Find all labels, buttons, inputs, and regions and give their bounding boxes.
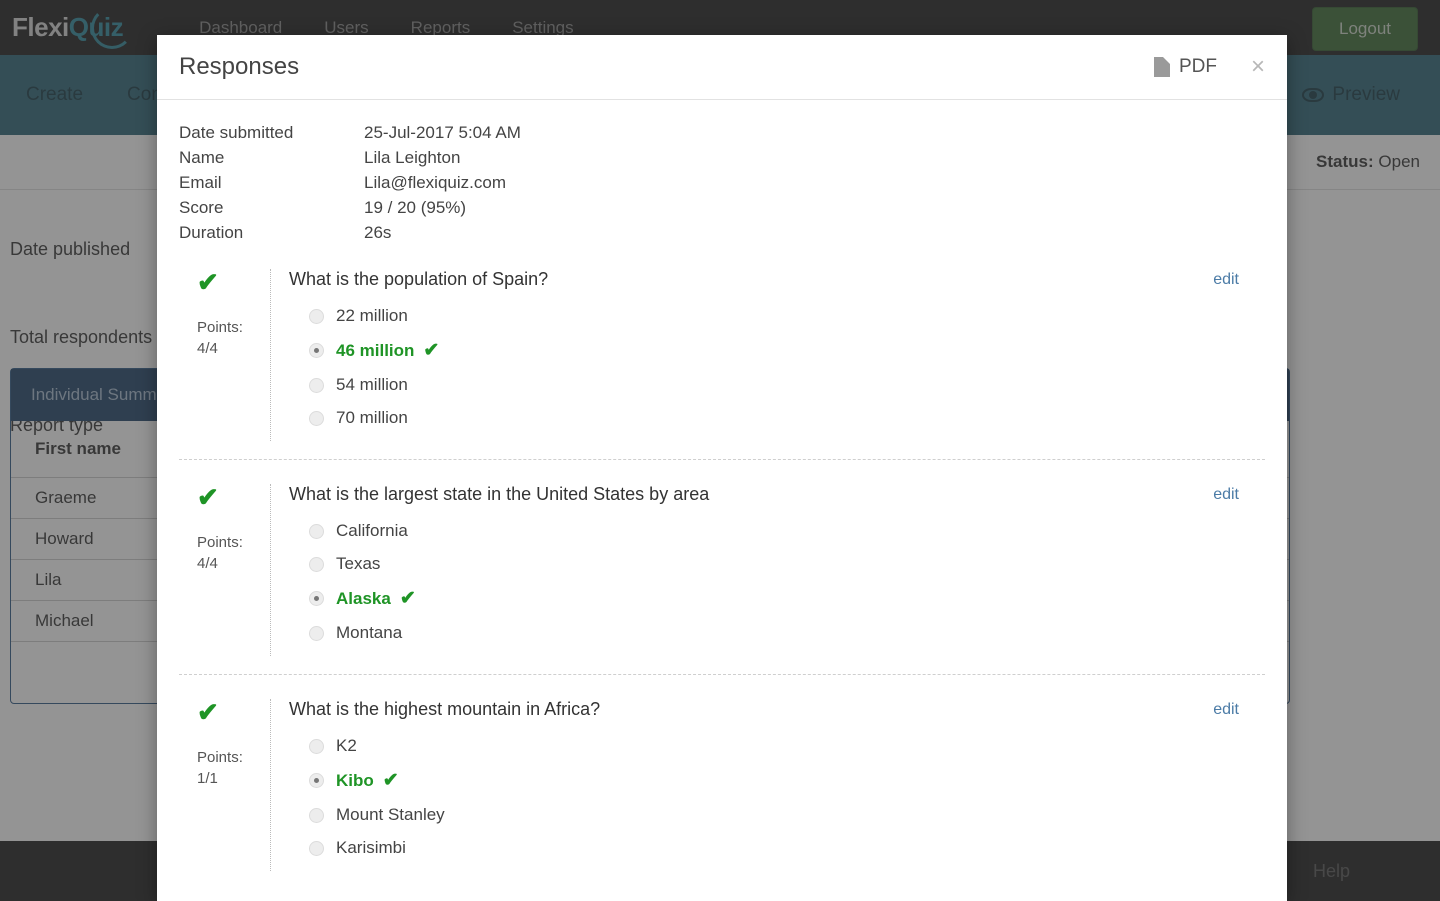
check-icon: ✔ — [383, 769, 399, 792]
pdf-document-icon — [1154, 57, 1170, 77]
radio-button[interactable] — [309, 557, 324, 572]
modal-body: Date submitted 25-Jul-2017 5:04 AM Name … — [157, 100, 1287, 889]
answer-option-label: 46 million — [336, 341, 414, 361]
detail-value: Lila@flexiquiz.com — [364, 170, 506, 195]
check-icon: ✔ — [400, 587, 416, 610]
submission-details: Date submitted 25-Jul-2017 5:04 AM Name … — [179, 120, 1265, 245]
detail-row-duration: Duration 26s — [179, 220, 1265, 245]
answer-option-label: Kibo — [336, 771, 374, 791]
answer-option-label: California — [336, 521, 408, 541]
radio-button[interactable] — [309, 626, 324, 641]
question-points-column: ✔ Points:1/1 — [179, 699, 271, 871]
question-block: ✔Points:1/1What is the highest mountain … — [179, 675, 1265, 889]
detail-value: 19 / 20 (95%) — [364, 195, 466, 220]
answer-option[interactable]: 22 million — [309, 306, 1265, 326]
edit-question-link[interactable]: edit — [1213, 271, 1239, 289]
radio-button[interactable] — [309, 411, 324, 426]
question-points-column: ✔ Points:4/4 — [179, 484, 271, 656]
detail-value: 25-Jul-2017 5:04 AM — [364, 120, 521, 145]
pdf-export-button[interactable]: PDF — [1154, 56, 1217, 78]
answer-option-label: Alaska — [336, 589, 391, 609]
radio-button[interactable] — [309, 841, 324, 856]
answer-option[interactable]: K2 — [309, 736, 1265, 756]
question-block: ✔Points:4/4What is the population of Spa… — [179, 245, 1265, 460]
check-icon: ✔ — [197, 699, 270, 725]
page-title: Responses — [179, 53, 299, 81]
answer-option-label: 54 million — [336, 375, 408, 395]
answer-option-label: Karisimbi — [336, 838, 406, 858]
question-block: ✔ Points:4/4 What is the largest state in … — [179, 460, 1265, 675]
answer-options: K2 Kibo ✔ Mount Stanley Karisimbi — [289, 736, 1265, 858]
question-list: ✔Points:4/4What is the population of Spa… — [179, 245, 1265, 889]
detail-label: Duration — [179, 220, 364, 245]
points-text: Points:4/4 — [197, 532, 270, 574]
answer-option[interactable]: 70 million — [309, 408, 1265, 428]
close-icon[interactable]: × — [1251, 55, 1265, 79]
points-text: Points:4/4 — [197, 317, 270, 359]
answer-option[interactable]: California — [309, 521, 1265, 541]
radio-button[interactable] — [309, 591, 324, 606]
detail-label: Email — [179, 170, 364, 195]
answer-option-label: Montana — [336, 623, 402, 643]
detail-value: Lila Leighton — [364, 145, 460, 170]
question-text: What is the largest state in the United … — [289, 484, 1265, 505]
question-text: What is the population of Spain? — [289, 269, 1265, 290]
detail-label: Date submitted — [179, 120, 364, 145]
check-icon: ✔ — [197, 484, 270, 510]
modal-header-actions: PDF × — [1154, 55, 1265, 79]
check-icon: ✔ — [423, 339, 439, 362]
responses-modal: Responses PDF × Date submitted 25-Jul-20… — [157, 35, 1287, 901]
edit-question-link[interactable]: edit — [1213, 486, 1239, 504]
question-points-column: ✔ Points:4/4 — [179, 269, 271, 441]
radio-button[interactable] — [309, 378, 324, 393]
answer-option[interactable]: Mount Stanley — [309, 805, 1265, 825]
radio-button[interactable] — [309, 739, 324, 754]
answer-option-label: 70 million — [336, 408, 408, 428]
radio-button[interactable] — [309, 808, 324, 823]
question-text: What is the highest mountain in Africa? — [289, 699, 1265, 720]
answer-option[interactable]: Alaska ✔ — [309, 587, 1265, 610]
question-content: What is the highest mountain in Africa? K… — [271, 699, 1265, 871]
answer-options: 22 million 46 million ✔ 54 million 70 millio… — [289, 306, 1265, 428]
check-icon: ✔ — [197, 269, 270, 295]
edit-question-link[interactable]: edit — [1213, 701, 1239, 719]
answer-option-label: Texas — [336, 554, 380, 574]
answer-option[interactable]: Texas — [309, 554, 1265, 574]
detail-value: 26s — [364, 220, 391, 245]
modal-header: Responses PDF × — [157, 35, 1287, 100]
answer-option-label: Mount Stanley — [336, 805, 445, 825]
radio-button[interactable] — [309, 773, 324, 788]
question-content: What is the population of Spain? 22 milli… — [271, 269, 1265, 441]
answer-option[interactable]: 46 million ✔ — [309, 339, 1265, 362]
answer-option[interactable]: Karisimbi — [309, 838, 1265, 858]
detail-row-name: Name Lila Leighton — [179, 145, 1265, 170]
detail-row-score: Score 19 / 20 (95%) — [179, 195, 1265, 220]
answer-option-label: 22 million — [336, 306, 408, 326]
radio-button[interactable] — [309, 343, 324, 358]
detail-row-date-submitted: Date submitted 25-Jul-2017 5:04 AM — [179, 120, 1265, 145]
detail-label: Name — [179, 145, 364, 170]
pdf-label: PDF — [1179, 56, 1217, 78]
answer-option[interactable]: 54 million — [309, 375, 1265, 395]
answer-option-label: K2 — [336, 736, 357, 756]
answer-option[interactable]: Montana — [309, 623, 1265, 643]
points-text: Points:1/1 — [197, 747, 270, 789]
detail-row-email: Email Lila@flexiquiz.com — [179, 170, 1265, 195]
answer-option[interactable]: Kibo ✔ — [309, 769, 1265, 792]
radio-button[interactable] — [309, 524, 324, 539]
radio-button[interactable] — [309, 309, 324, 324]
question-content: What is the largest state in the United … — [271, 484, 1265, 656]
answer-options: California Texas Alaska ✔ Montana — [289, 521, 1265, 643]
detail-label: Score — [179, 195, 364, 220]
